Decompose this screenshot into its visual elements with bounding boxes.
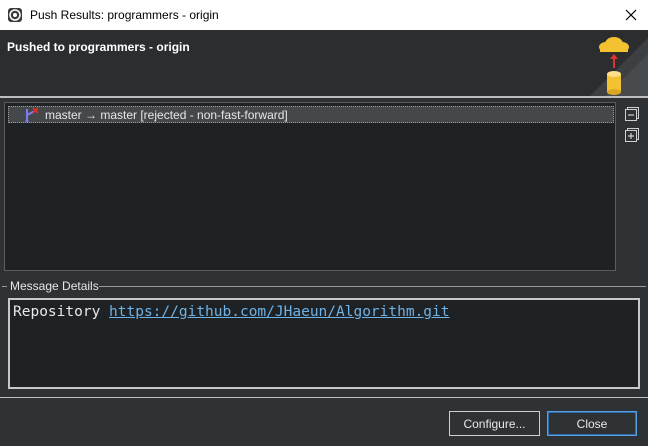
window-title: Push Results: programmers - origin <box>30 8 219 22</box>
message-prefix: Repository <box>13 304 110 320</box>
banner-separator <box>0 96 648 98</box>
button-bar-separator <box>0 397 648 398</box>
expand-all-icon[interactable] <box>624 127 640 143</box>
title-bar: Push Results: programmers - origin <box>0 0 648 30</box>
group-legend: Message Details <box>8 279 101 293</box>
push-results-tree[interactable]: master → master [rejected - non-fast-for… <box>4 102 616 271</box>
message-details-text[interactable]: Repository https://github.com/JHaeun/Alg… <box>8 298 640 389</box>
repository-link[interactable]: https://github.com/JHaeun/Algorithm.git <box>109 304 449 320</box>
message-details-group: Message Details Repository https://githu… <box>2 279 646 395</box>
close-button[interactable]: Close <box>547 411 637 436</box>
push-wizard-cloud-icon <box>590 37 648 96</box>
close-window-button[interactable] <box>614 0 648 30</box>
tree-toolbar <box>624 106 642 148</box>
wizard-banner: Pushed to programmers - origin <box>0 30 648 96</box>
tree-row-label: master → master [rejected - non-fast-for… <box>45 107 288 122</box>
page-title: Pushed to programmers - origin <box>7 40 190 54</box>
collapse-all-icon[interactable] <box>624 106 640 122</box>
group-border <box>2 286 7 287</box>
tree-row[interactable]: master → master [rejected - non-fast-for… <box>8 106 614 123</box>
configure-button[interactable]: Configure... <box>449 411 540 436</box>
close-icon <box>625 9 637 21</box>
branch-rejected-icon <box>25 106 39 122</box>
group-border <box>99 286 646 287</box>
eclipse-app-icon <box>8 8 22 22</box>
